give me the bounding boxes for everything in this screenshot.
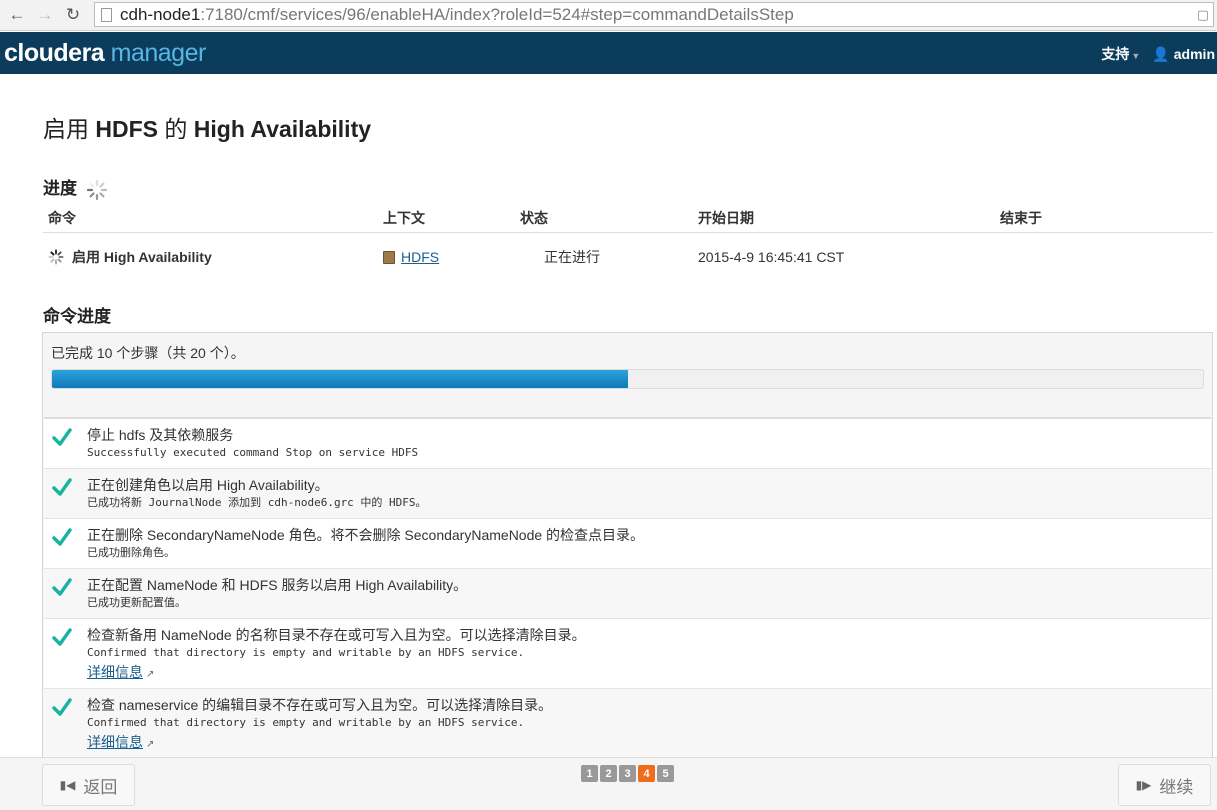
title-prefix: 启用 (43, 116, 96, 142)
step-back-icon: ▮◀ (59, 778, 76, 792)
external-link-icon: ↗ (146, 669, 155, 680)
page-icon (101, 7, 112, 22)
check-icon (52, 698, 72, 716)
pager-step-3[interactable]: 3 (619, 765, 636, 782)
step-message: 已成功删除角色。 (87, 546, 175, 559)
progress-title-text: 进度 (43, 179, 77, 198)
back-label: 返回 (83, 777, 118, 797)
logo-text-cloudera: cloudera (4, 38, 105, 67)
hdfs-service-icon (383, 250, 395, 264)
logo-text-manager: manager (104, 38, 207, 67)
list-item: 正在创建角色以启用 High Availability。 已成功将新 Journ… (44, 469, 1211, 519)
commands-table-header: 命令 上下文 状态 开始日期 结束于 (43, 204, 1213, 233)
step-message: Confirmed that directory is empty and wr… (87, 646, 525, 659)
progress-summary: 已完成 10 个步骤（共 20 个）。 (51, 345, 245, 361)
details-link[interactable]: 详细信息 (87, 664, 143, 680)
back-arrow-icon[interactable]: ← (6, 4, 28, 26)
url-path: :7180/cmf/services/96/enableHA/index?rol… (200, 4, 794, 24)
progress-bar-fill (52, 370, 628, 388)
caret-down-icon: ▼ (1131, 51, 1141, 61)
reload-icon[interactable]: ↻ (62, 4, 84, 26)
list-item: 停止 hdfs 及其依赖服务 Successfully executed com… (44, 419, 1211, 469)
title-service: HDFS (95, 116, 159, 142)
context-label: HDFS (401, 249, 440, 265)
col-header-context: 上下文 (383, 210, 425, 226)
step-title: 检查新备用 NameNode 的名称目录不存在或可写入且为空。可以选择清除目录。 (87, 627, 586, 643)
forward-arrow-icon[interactable]: → (34, 4, 56, 26)
user-label: admin (1173, 45, 1215, 62)
check-icon (52, 428, 72, 446)
wizard-footer: ▮◀ 返回 1 2 3 4 5 ▮▶ 继续 (0, 757, 1217, 810)
check-icon (52, 628, 72, 646)
page-title: 启用 HDFS 的 High Availability (43, 110, 371, 144)
step-title: 正在删除 SecondaryNameNode 角色。将不会删除 Secondar… (87, 527, 645, 543)
command-name: 启用 High Availability (72, 249, 212, 265)
step-title: 正在配置 NameNode 和 HDFS 服务以启用 High Availabi… (87, 577, 468, 593)
start-date: 2015-4-9 16:45:41 CST (698, 249, 845, 265)
app-header: cloudera manager 支持 ▼ 👤 admin (0, 32, 1217, 74)
step-forward-icon: ▮▶ (1135, 778, 1152, 792)
step-message: Confirmed that directory is empty and wr… (87, 716, 525, 729)
command-progress-panel: 已完成 10 个步骤（共 20 个）。 停止 hdfs 及其依赖服务 Succe… (42, 332, 1213, 762)
external-link-icon: ↗ (146, 739, 155, 750)
step-title: 正在创建角色以启用 High Availability。 (87, 477, 329, 493)
back-button[interactable]: ▮◀ 返回 (42, 764, 135, 806)
list-item: 正在配置 NameNode 和 HDFS 服务以启用 High Availabi… (44, 569, 1211, 619)
loading-spinner-icon (86, 179, 107, 200)
col-header-start: 开始日期 (698, 210, 754, 226)
running-spinner-icon (48, 249, 64, 265)
step-message: 已成功将新 JournalNode 添加到 cdh-node6.grc 中的 H… (87, 496, 427, 509)
step-message: Successfully executed command Stop on se… (87, 446, 419, 459)
user-menu[interactable]: 👤 admin (1152, 46, 1215, 63)
progress-bar (51, 369, 1204, 389)
details-link-label: 详细信息 (87, 664, 143, 680)
support-label: 支持 (1101, 46, 1130, 62)
table-row: 启用 High Availability HDFS 正在进行 2015-4-9 … (43, 233, 1213, 281)
context-link-hdfs[interactable]: HDFS (383, 249, 520, 265)
col-header-command: 命令 (48, 210, 76, 226)
pager-step-2[interactable]: 2 (600, 765, 617, 782)
step-title: 检查 nameservice 的编辑目录不存在或可写入且为空。可以选择清除目录。 (87, 697, 553, 713)
title-mid: 的 (158, 116, 194, 142)
step-title: 停止 hdfs 及其依赖服务 (87, 427, 234, 443)
commands-table: 命令 上下文 状态 开始日期 结束于 启用 High Availability … (43, 204, 1213, 281)
address-bar[interactable]: cdh-node1:7180/cmf/services/96/enableHA/… (94, 2, 1214, 27)
step-pager: 1 2 3 4 5 (581, 765, 676, 782)
continue-button[interactable]: ▮▶ 继续 (1118, 764, 1211, 806)
details-link-label: 详细信息 (87, 734, 143, 750)
details-link[interactable]: 详细信息 (87, 734, 143, 750)
page-action-icon[interactable]: ▢ (1197, 7, 1209, 23)
check-icon (52, 528, 72, 546)
list-item: 检查 nameservice 的编辑目录不存在或可写入且为空。可以选择清除目录。… (44, 689, 1211, 759)
col-header-end: 结束于 (1000, 210, 1042, 226)
pager-step-1[interactable]: 1 (581, 765, 598, 782)
pager-step-5[interactable]: 5 (657, 765, 674, 782)
progress-title: 进度 (43, 174, 108, 201)
title-feature: High Availability (193, 116, 372, 142)
support-menu[interactable]: 支持 ▼ (1101, 44, 1140, 64)
continue-label: 继续 (1159, 777, 1194, 797)
check-icon (52, 478, 72, 496)
list-item: 正在删除 SecondaryNameNode 角色。将不会删除 Secondar… (44, 519, 1211, 569)
check-icon (52, 578, 72, 596)
browser-toolbar: ← → ↻ cdh-node1:7180/cmf/services/96/ena… (0, 0, 1217, 31)
pager-step-4[interactable]: 4 (638, 765, 655, 782)
col-header-state: 状态 (520, 210, 548, 226)
state-text: 正在进行 (544, 249, 600, 265)
command-progress-title: 命令进度 (43, 307, 111, 326)
step-message: 已成功更新配置值。 (87, 596, 186, 609)
list-item: 检查新备用 NameNode 的名称目录不存在或可写入且为空。可以选择清除目录。… (44, 619, 1211, 689)
user-icon: 👤 (1152, 45, 1170, 62)
cloudera-manager-logo[interactable]: cloudera manager (4, 39, 206, 68)
steps-list[interactable]: 停止 hdfs 及其依赖服务 Successfully executed com… (44, 417, 1211, 761)
url-host: cdh-node1 (120, 4, 201, 24)
